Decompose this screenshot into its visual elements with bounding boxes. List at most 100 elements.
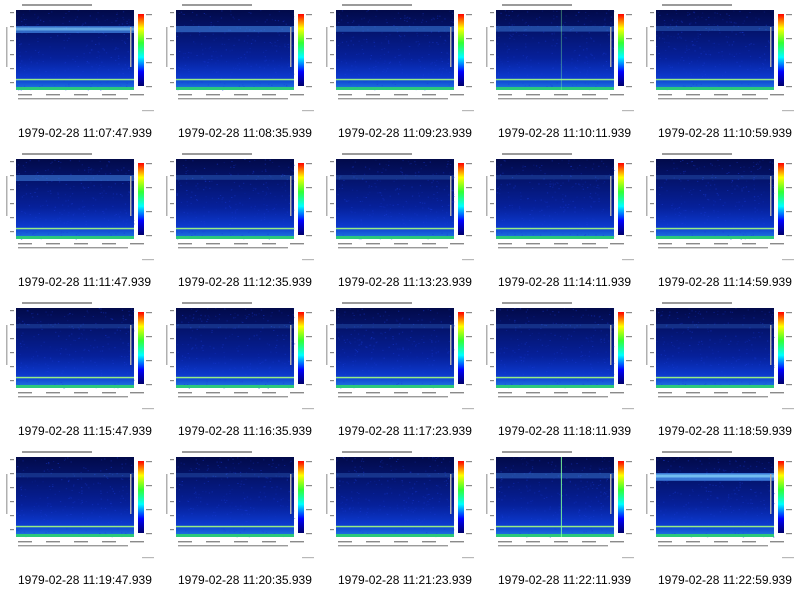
spectrogram-panel[interactable]: 1979-02-28 11:14:11.939 xyxy=(480,149,640,298)
y-tick-label xyxy=(650,366,654,368)
colorbar-tick-label xyxy=(626,312,632,314)
spectrogram-grid: 1979-02-28 11:07:47.939 1979-02-28 11:08:… xyxy=(0,0,800,596)
spectrogram-panel[interactable]: 1979-02-28 11:19:47.939 xyxy=(0,447,160,596)
x-tick-label xyxy=(234,94,248,96)
y-tick-label xyxy=(650,515,654,517)
panel-timestamp: 1979-02-28 11:15:47.939 xyxy=(18,424,152,438)
low-frequency-base xyxy=(336,385,454,388)
y-tick-label xyxy=(490,82,494,84)
colorbar-label xyxy=(770,176,772,216)
panel-timestamp: 1979-02-28 11:10:11.939 xyxy=(498,126,632,140)
x-tick-label xyxy=(498,541,512,543)
colorbar-label xyxy=(610,27,612,67)
panel-timestamp: 1979-02-28 11:14:59.939 xyxy=(658,275,792,289)
low-frequency-line xyxy=(496,227,614,230)
spectrogram-panel[interactable]: 1979-02-28 11:07:47.939 xyxy=(0,0,160,149)
spectrogram-panel[interactable]: 1979-02-28 11:22:59.939 xyxy=(640,447,800,596)
x-tick-label xyxy=(658,392,672,394)
spectrogram-panel[interactable]: 1979-02-28 11:11:47.939 xyxy=(0,149,160,298)
colorbar-tick-label xyxy=(626,485,632,487)
x-tick-label xyxy=(338,94,352,96)
x-tick-label xyxy=(366,541,380,543)
spectrogram-panel[interactable]: 1979-02-28 11:18:11.939 xyxy=(480,298,640,447)
colorbar-tick-label xyxy=(786,533,792,535)
spectrogram-panel[interactable]: 1979-02-28 11:22:11.939 xyxy=(480,447,640,596)
colorbar-tick-label xyxy=(146,86,152,88)
panel-timestamp: 1979-02-28 11:17:23.939 xyxy=(338,424,472,438)
spectrogram-panel[interactable]: 1979-02-28 11:14:59.939 xyxy=(640,149,800,298)
spectrogram-panel[interactable]: 1979-02-28 11:17:23.939 xyxy=(320,298,480,447)
spectrogram-panel[interactable]: 1979-02-28 11:10:11.939 xyxy=(480,0,640,149)
watermark xyxy=(302,110,314,112)
spectrogram-panel[interactable]: 1979-02-28 11:18:59.939 xyxy=(640,298,800,447)
x-tick-label xyxy=(422,94,436,96)
spectrogram-panel[interactable]: 1979-02-28 11:16:35.939 xyxy=(160,298,320,447)
y-tick-label xyxy=(330,161,334,163)
thumbnail-title xyxy=(342,302,412,304)
spectrogram-panel[interactable]: 1979-02-28 11:08:35.939 xyxy=(160,0,320,149)
y-tick-label xyxy=(490,324,494,326)
colorbar-tick-label xyxy=(786,312,792,314)
x-tick-label xyxy=(262,243,276,245)
y-tick-label xyxy=(10,231,14,233)
spectrogram-panel[interactable]: 1979-02-28 11:13:23.939 xyxy=(320,149,480,298)
colorbar-tick-label xyxy=(146,509,152,511)
spectrogram-panel[interactable]: 1979-02-28 11:09:23.939 xyxy=(320,0,480,149)
colorbar-label xyxy=(130,474,132,514)
y-tick-label xyxy=(650,175,654,177)
y-tick-label xyxy=(170,529,174,531)
y-tick-label xyxy=(650,459,654,461)
spectrogram-panel[interactable]: 1979-02-28 11:20:35.939 xyxy=(160,447,320,596)
x-tick-label xyxy=(742,392,756,394)
y-tick-label xyxy=(330,175,334,177)
emission-band xyxy=(496,175,614,180)
x-tick-label xyxy=(102,392,116,394)
panel-timestamp: 1979-02-28 11:13:23.939 xyxy=(338,275,472,289)
time-axis-label xyxy=(18,545,128,547)
x-tick-label xyxy=(206,94,220,96)
spectrogram-panel[interactable]: 1979-02-28 11:15:47.939 xyxy=(0,298,160,447)
x-tick-label xyxy=(234,243,248,245)
thumbnail-title xyxy=(182,153,252,155)
y-tick-label xyxy=(650,54,654,56)
emission-band xyxy=(656,324,774,329)
panel-timestamp: 1979-02-28 11:20:35.939 xyxy=(178,573,312,587)
x-tick-label xyxy=(610,94,624,96)
y-tick-label xyxy=(490,231,494,233)
y-tick-label xyxy=(650,529,654,531)
colorbar-tick-label xyxy=(466,163,472,165)
y-tick-label xyxy=(330,12,334,14)
colorbar-tick-label xyxy=(306,384,312,386)
spectrogram-plot-area xyxy=(16,308,134,388)
low-frequency-line xyxy=(656,227,774,230)
low-frequency-base xyxy=(176,87,294,90)
colorbar-tick-label xyxy=(306,336,312,338)
time-axis-label xyxy=(18,396,128,398)
y-tick-label xyxy=(10,366,14,368)
y-tick-label xyxy=(170,487,174,489)
colorbar-tick-label xyxy=(786,62,792,64)
colorbar-tick-label xyxy=(306,235,312,237)
x-tick-label xyxy=(770,541,784,543)
watermark xyxy=(782,408,794,410)
x-tick-label xyxy=(610,392,624,394)
panel-timestamp: 1979-02-28 11:11:47.939 xyxy=(18,275,152,289)
x-tick-label xyxy=(290,243,304,245)
y-tick-label xyxy=(650,324,654,326)
spectrogram-panel[interactable]: 1979-02-28 11:10:59.939 xyxy=(640,0,800,149)
frequency-axis-label xyxy=(486,325,488,365)
y-tick-label xyxy=(10,515,14,517)
colorbar-tick-label xyxy=(466,211,472,213)
low-frequency-base xyxy=(176,236,294,239)
x-tick-label xyxy=(526,392,540,394)
frequency-axis-label xyxy=(646,176,648,216)
spectrogram-plot-area xyxy=(16,10,134,90)
spectrogram-panel[interactable]: 1979-02-28 11:21:23.939 xyxy=(320,447,480,596)
low-frequency-base xyxy=(496,385,614,388)
panel-timestamp: 1979-02-28 11:18:11.939 xyxy=(498,424,632,438)
watermark xyxy=(782,557,794,559)
spectrogram-panel[interactable]: 1979-02-28 11:12:35.939 xyxy=(160,149,320,298)
colorbar-tick-label xyxy=(626,187,632,189)
colorbar xyxy=(778,312,784,384)
emission-band-core xyxy=(16,27,134,31)
